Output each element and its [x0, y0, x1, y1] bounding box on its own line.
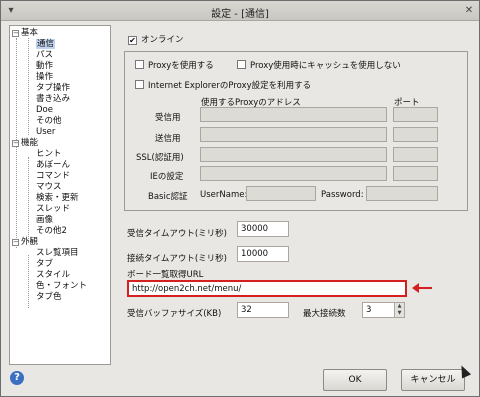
tree-group-basic[interactable]: − 基本: [12, 28, 38, 39]
ok-button[interactable]: OK: [323, 369, 387, 391]
ie-proxy-address-field[interactable]: [200, 166, 387, 181]
connect-timeout-label: 接続タイムアウト(ミリ秒): [127, 254, 227, 264]
receive-label: 受信用: [155, 113, 181, 123]
tree-group-features[interactable]: − 機能: [12, 138, 38, 149]
username-label: UserName:: [200, 190, 248, 200]
close-icon[interactable]: ✕: [463, 5, 475, 17]
send-proxy-address-field[interactable]: [200, 127, 387, 142]
checkbox-icon: [135, 80, 144, 89]
collapse-icon[interactable]: −: [12, 140, 19, 147]
tree-item-thread-list-columns[interactable]: スレ覧項目: [36, 248, 79, 259]
tree-item-tab-color[interactable]: タブ色: [36, 292, 62, 303]
ie-settings-label: IEの設定: [150, 172, 184, 182]
tree-item-other2[interactable]: その他2: [36, 226, 67, 237]
username-field[interactable]: [246, 186, 316, 201]
tree-item-tab-operation[interactable]: タブ操作: [36, 83, 70, 94]
tree-item-tab[interactable]: タブ: [36, 259, 53, 270]
highlight-arrow-icon: [412, 283, 432, 293]
category-tree: − 基本 通信 パス 動作 操作 タブ操作 書き込み Doe その他 User −…: [9, 25, 111, 365]
tree-item-color-font[interactable]: 色・フォント: [36, 281, 87, 292]
collapse-icon[interactable]: −: [12, 239, 19, 246]
tree-item-operation[interactable]: 操作: [36, 72, 53, 83]
tree-item-hint[interactable]: ヒント: [36, 149, 62, 160]
send-proxy-port-field[interactable]: [393, 127, 438, 142]
send-label: 送信用: [155, 134, 181, 144]
ie-proxy-port-field[interactable]: [393, 166, 438, 181]
tree-item-thread[interactable]: スレッド: [36, 204, 70, 215]
tree-item-mouse[interactable]: マウス: [36, 182, 62, 193]
password-label: Password:: [321, 190, 364, 200]
max-connections-stepper[interactable]: 3 ▲ ▼: [362, 302, 405, 318]
tree-item-behavior[interactable]: 動作: [36, 61, 53, 72]
ssl-proxy-port-field[interactable]: [393, 147, 438, 162]
receive-proxy-port-field[interactable]: [393, 107, 438, 122]
title-bar: ▾ 設定 - [通信] ✕: [1, 1, 479, 21]
tree-item-aborn[interactable]: あぼーん: [36, 160, 70, 171]
ssl-proxy-address-field[interactable]: [200, 147, 387, 162]
tree-item-path[interactable]: パス: [36, 50, 53, 61]
tree-item-writing[interactable]: 書き込み: [36, 94, 70, 105]
collapse-icon[interactable]: −: [12, 30, 19, 37]
buffer-size-input[interactable]: 32: [237, 302, 289, 318]
no-cache-checkbox[interactable]: Proxy使用時にキャッシュを使用しない: [237, 59, 401, 71]
password-field[interactable]: [366, 186, 438, 201]
tree-item-doe[interactable]: Doe: [36, 105, 53, 116]
tree-group-appearance[interactable]: − 外観: [12, 237, 38, 248]
receive-proxy-address-field[interactable]: [200, 107, 387, 122]
buffer-size-label: 受信バッファサイズ(KB): [127, 309, 222, 319]
cancel-button[interactable]: キャンセル: [401, 369, 465, 391]
help-icon[interactable]: ?: [10, 371, 24, 385]
use-proxy-checkbox[interactable]: Proxyを使用する: [135, 59, 214, 71]
spin-up-icon[interactable]: ▲: [395, 303, 404, 310]
basic-auth-label: Basic認証: [148, 192, 188, 202]
tree-item-user[interactable]: User: [36, 127, 55, 138]
online-checkbox[interactable]: ✔ オンライン: [128, 33, 184, 45]
ie-proxy-checkbox[interactable]: Internet ExplorerのProxy設定を利用する: [135, 79, 311, 91]
board-list-url-input[interactable]: http://open2ch.net/menu/: [127, 280, 407, 297]
connect-timeout-input[interactable]: 10000: [237, 246, 289, 262]
board-list-url-label: ボード一覧取得URL: [127, 270, 204, 280]
receive-timeout-label: 受信タイムアウト(ミリ秒): [127, 229, 227, 239]
ssl-label: SSL(認証用): [136, 153, 184, 163]
tree-item-communication[interactable]: 通信: [36, 39, 56, 50]
receive-timeout-input[interactable]: 30000: [237, 221, 289, 237]
tree-item-search-update[interactable]: 検索・更新: [36, 193, 79, 204]
check-icon: ✔: [128, 36, 137, 45]
checkbox-icon: [237, 60, 246, 69]
spin-down-icon[interactable]: ▼: [395, 310, 404, 317]
checkbox-icon: [135, 60, 144, 69]
max-connections-label: 最大接続数: [303, 309, 346, 319]
tree-item-image[interactable]: 画像: [36, 215, 53, 226]
settings-window: ▾ 設定 - [通信] ✕ − 基本 通信 パス 動作 操作 タブ操作 書き込み …: [0, 0, 480, 397]
tree-item-style[interactable]: スタイル: [36, 270, 70, 281]
tree-item-other[interactable]: その他: [36, 116, 62, 127]
spin-buttons[interactable]: ▲ ▼: [394, 303, 404, 317]
tree-item-command[interactable]: コマンド: [36, 171, 70, 182]
window-title: 設定 - [通信]: [211, 9, 269, 20]
